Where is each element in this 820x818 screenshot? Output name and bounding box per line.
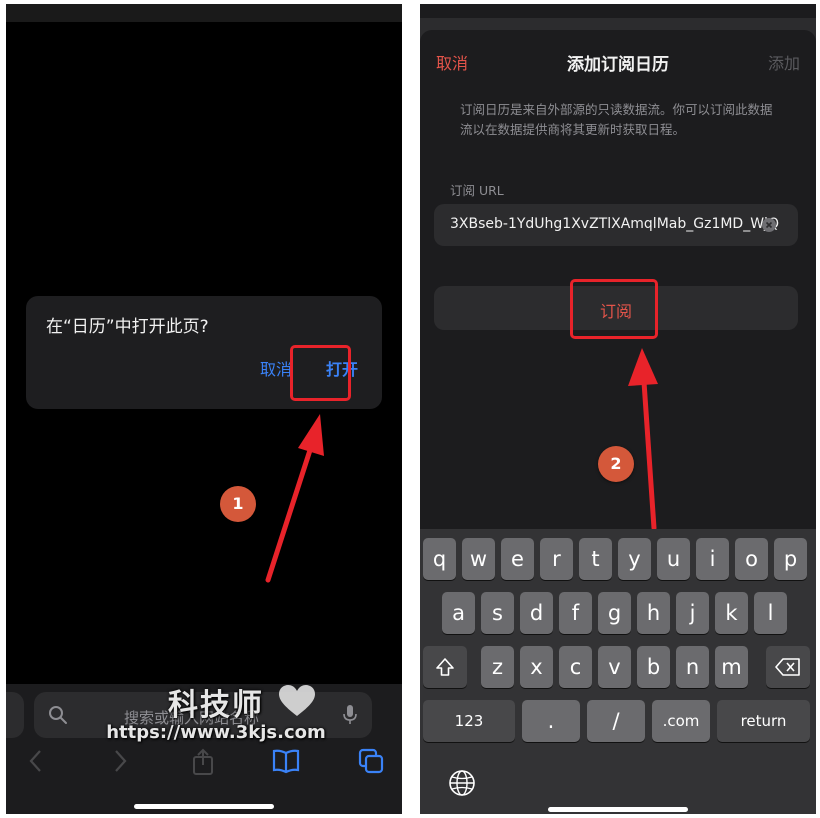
key-p[interactable]: p: [774, 538, 807, 580]
safari-toolbar: 搜索或输入网站名称: [6, 684, 402, 814]
search-input[interactable]: 搜索或输入网站名称: [34, 692, 372, 738]
key-i[interactable]: i: [696, 538, 729, 580]
back-icon[interactable]: [28, 748, 44, 774]
key-c[interactable]: c: [559, 646, 592, 688]
home-indicator: [548, 807, 688, 812]
key-a[interactable]: a: [442, 592, 475, 634]
key-q[interactable]: q: [423, 538, 456, 580]
key-y[interactable]: y: [618, 538, 651, 580]
step-badge-2: 2: [598, 446, 634, 482]
key-j[interactable]: j: [676, 592, 709, 634]
key-t[interactable]: t: [579, 538, 612, 580]
key-u[interactable]: u: [657, 538, 690, 580]
key-z[interactable]: z: [481, 646, 514, 688]
shift-icon: [436, 658, 454, 676]
key-d[interactable]: d: [520, 592, 553, 634]
numbers-key[interactable]: 123: [423, 700, 515, 742]
safari-screen: 在“日历”中打开此页? 取消 打开 1 搜索或输入网站名称 科技师 https:…: [6, 4, 402, 814]
globe-icon[interactable]: [448, 769, 476, 797]
key-l[interactable]: l: [754, 592, 787, 634]
key-v[interactable]: v: [598, 646, 631, 688]
key-r[interactable]: r: [540, 538, 573, 580]
backspace-icon: [775, 658, 800, 676]
bookmarks-icon[interactable]: [272, 748, 300, 774]
key-m[interactable]: m: [715, 646, 748, 688]
key-h[interactable]: h: [637, 592, 670, 634]
key-k[interactable]: k: [715, 592, 748, 634]
keyboard: q w e r t y u i o p a s d f g h j k l z …: [420, 529, 816, 814]
key-b[interactable]: b: [637, 646, 670, 688]
dotcom-key[interactable]: .com: [652, 700, 710, 742]
step-badge-1: 1: [220, 486, 256, 522]
previous-tab-pill[interactable]: [6, 692, 24, 738]
key-o[interactable]: o: [735, 538, 768, 580]
key-x[interactable]: x: [520, 646, 553, 688]
slash-key[interactable]: /: [587, 700, 645, 742]
period-key[interactable]: .: [522, 700, 580, 742]
return-key[interactable]: return: [717, 700, 810, 742]
delete-key[interactable]: [766, 646, 810, 688]
key-w[interactable]: w: [462, 538, 495, 580]
key-s[interactable]: s: [481, 592, 514, 634]
key-g[interactable]: g: [598, 592, 631, 634]
shift-key[interactable]: [423, 646, 467, 688]
mic-icon[interactable]: [342, 704, 358, 726]
search-placeholder: 搜索或输入网站名称: [124, 709, 260, 727]
key-f[interactable]: f: [559, 592, 592, 634]
home-indicator: [134, 804, 274, 809]
search-icon: [49, 706, 67, 724]
calendar-subscribe-screen: 添加订阅日历 取消 添加 订阅日历是来自外部源的只读数据流。你可以订阅此数据流以…: [420, 4, 816, 814]
key-e[interactable]: e: [501, 538, 534, 580]
forward-icon[interactable]: [112, 748, 128, 774]
share-icon[interactable]: [192, 748, 214, 776]
tabs-icon[interactable]: [358, 748, 384, 774]
key-n[interactable]: n: [676, 646, 709, 688]
